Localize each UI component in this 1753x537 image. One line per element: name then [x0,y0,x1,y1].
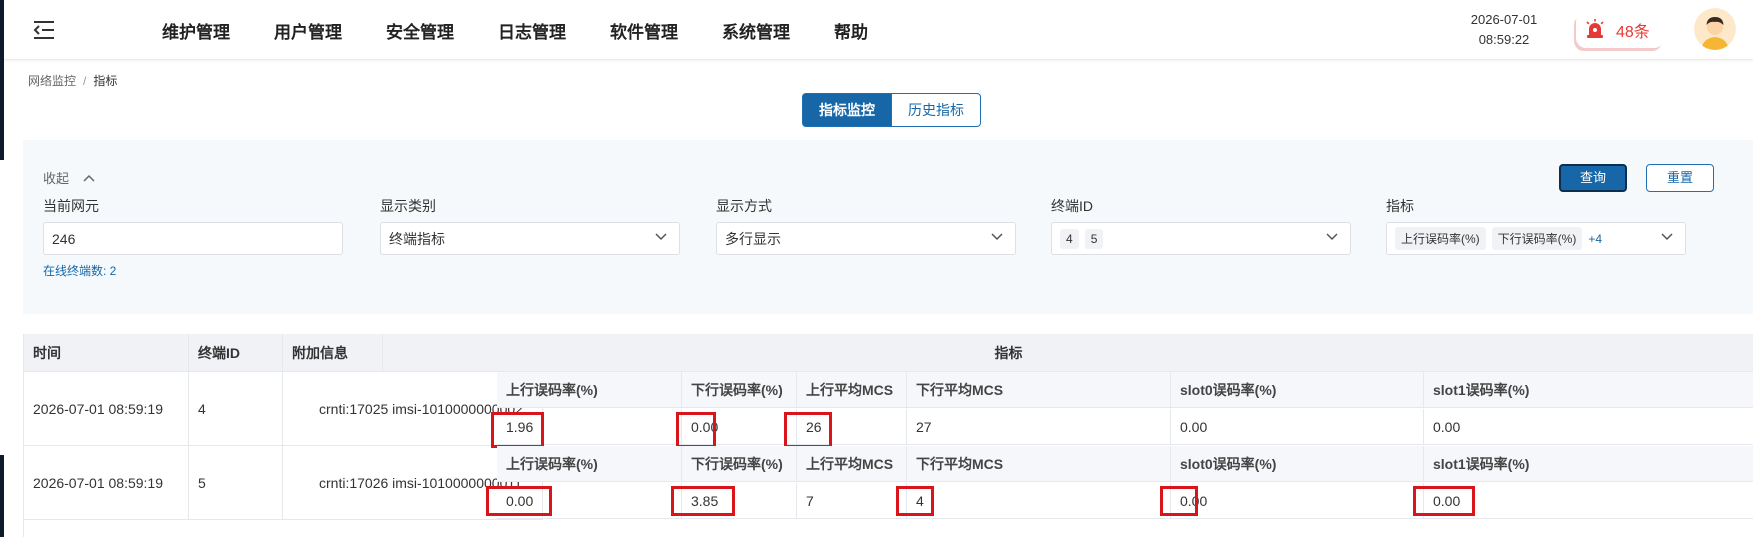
collapse-toggle[interactable]: 收起 [43,168,95,187]
highlight-box [486,486,552,516]
metric-subheader: 下行平均MCS [907,372,1171,408]
left-edge-strip [0,0,4,537]
ne-input[interactable]: 246 [43,222,343,255]
mode-value: 多行显示 [725,230,781,247]
category-select[interactable]: 终端指标 [380,222,680,255]
ne-label: 当前网元 [43,198,99,214]
collapse-label: 收起 [43,171,70,186]
breadcrumb: 网络监控 / 指标 [28,72,117,89]
col-metrics: 指标 [383,334,1753,372]
metric-subheader: slot0误码率(%) [1171,446,1424,482]
terminal-label: 终端ID [1051,198,1093,214]
alarm-button[interactable]: 48条 [1576,12,1664,48]
view-tabs: 指标监控 历史指标 [802,93,981,127]
clock-date: 2026-07-01 [1470,12,1538,27]
tab-realtime-metrics[interactable]: 指标监控 [802,93,892,127]
mode-label: 显示方式 [716,198,772,214]
highlight-box [676,412,716,448]
metric-subheader: 下行误码率(%) [682,372,797,408]
terminal-chip: 5 [1084,228,1104,249]
menu-fold-icon[interactable] [32,18,60,42]
nav-users[interactable]: 用户管理 [274,18,342,43]
chevron-up-icon [83,174,95,182]
alarm-count: 48条 [1616,24,1650,41]
online-terminal-count: 在线终端数: 2 [43,264,117,278]
highlight-box [491,412,544,448]
cell-time: 2026-07-01 08:59:19 [24,446,189,520]
siren-icon [1584,18,1606,43]
chevron-down-icon [991,233,1003,241]
metric-value: 0.00 [1424,409,1753,445]
nav-security[interactable]: 安全管理 [386,18,454,43]
metric-value: 4 [907,483,1171,519]
metric-subheader: 下行误码率(%) [682,446,797,482]
category-label: 显示类别 [380,198,436,214]
metric-more-count: +4 [1588,231,1603,246]
metric-subheader: 上行平均MCS [797,372,907,408]
metric-label: 指标 [1386,198,1414,214]
highlight-box [1413,486,1475,516]
chevron-down-icon [1326,233,1338,241]
metric-subheader: 下行平均MCS [907,446,1171,482]
reset-button[interactable]: 重置 [1646,164,1714,192]
col-time: 时间 [24,334,189,372]
highlight-box [1160,486,1198,516]
col-terminal-id: 终端ID [189,334,283,372]
nav-maintenance[interactable]: 维护管理 [162,18,230,43]
metric-chip: 下行误码率(%) [1491,227,1583,250]
terminal-select[interactable]: 4 5 [1051,222,1351,255]
metric-value: 0.00 [1171,409,1424,445]
highlight-box [896,486,934,516]
highlight-box [784,412,832,448]
top-header: 维护管理 用户管理 安全管理 日志管理 软件管理 系统管理 帮助 2026-07… [4,0,1753,60]
cell-time: 2026-07-01 08:59:19 [24,372,189,446]
metric-chip: 上行误码率(%) [1395,227,1486,250]
category-value: 终端指标 [389,230,445,247]
breadcrumb-separator: / [83,74,87,88]
tab-history-metrics[interactable]: 历史指标 [892,93,981,127]
metric-subheader: 上行平均MCS [797,446,907,482]
breadcrumb-parent[interactable]: 网络监控 [28,74,76,88]
chevron-down-icon [1661,233,1673,241]
metrics-table: 时间 终端ID 附加信息 指标 2026-07-01 08:59:19 4 crnt… [23,334,1753,537]
terminal-chip: 4 [1060,228,1079,249]
cell-terminal-id: 4 [189,372,283,446]
filter-panel: 收起 查询 重置 当前网元 246 在线终端数: 2 显示类别 终端指标 显示方… [23,140,1753,314]
metric-select[interactable]: 上行误码率(%) 下行误码率(%) +4 [1386,222,1686,255]
mode-select[interactable]: 多行显示 [716,222,1016,255]
nav-software[interactable]: 软件管理 [610,18,678,43]
col-extra-info: 附加信息 [283,334,383,372]
metric-subheader: slot0误码率(%) [1171,372,1424,408]
query-button[interactable]: 查询 [1559,164,1627,192]
metric-subheader: slot1误码率(%) [1424,372,1753,408]
highlight-box [671,486,735,516]
clock-time: 08:59:22 [1478,32,1530,47]
nav-help[interactable]: 帮助 [834,18,868,43]
metric-subheader: slot1误码率(%) [1424,446,1753,482]
main-nav: 维护管理 用户管理 安全管理 日志管理 软件管理 系统管理 帮助 [162,0,912,60]
metric-subheader: 上行误码率(%) [497,372,682,408]
nav-logs[interactable]: 日志管理 [498,18,566,43]
metric-value: 0.00 [1171,483,1424,519]
user-avatar-icon[interactable] [1694,8,1736,50]
chevron-down-icon [655,233,667,241]
metric-subheader: 上行误码率(%) [497,446,682,482]
metric-value: 7 [797,483,907,519]
cell-terminal-id: 5 [189,446,283,520]
nav-system[interactable]: 系统管理 [722,18,790,43]
breadcrumb-current: 指标 [93,74,118,88]
metric-value: 27 [907,409,1171,445]
clock: 2026-07-01 08:59:22 [1444,10,1564,50]
